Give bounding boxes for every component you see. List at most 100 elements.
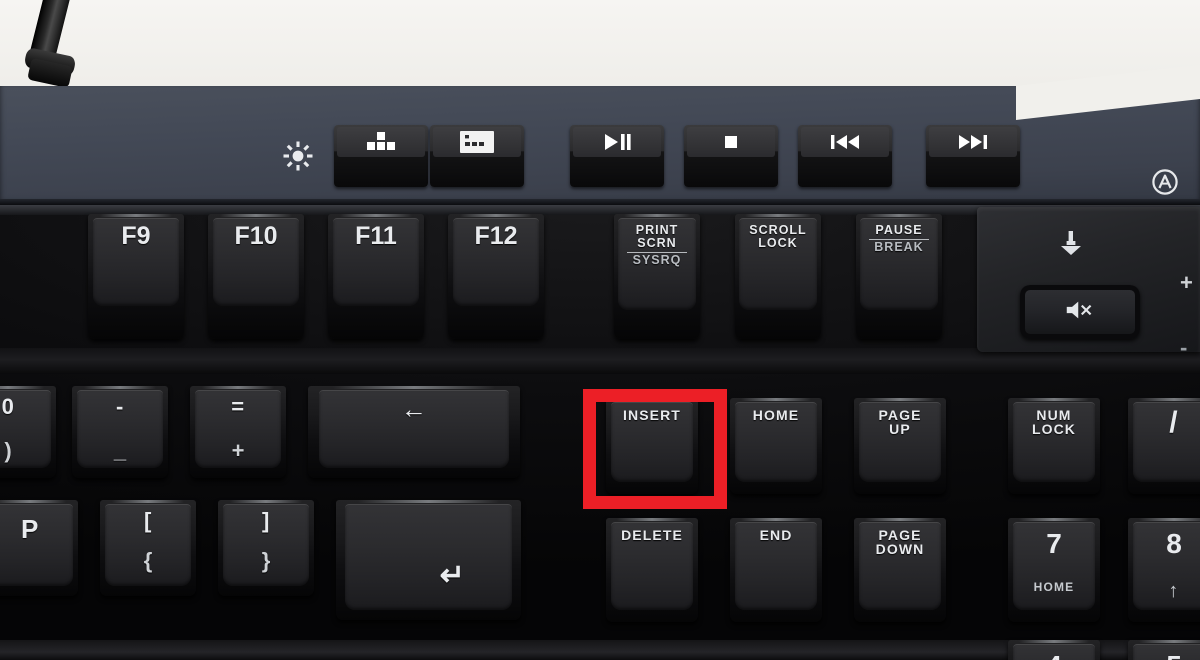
key-minus[interactable]: - _ [72,386,168,478]
page-down-key[interactable]: PAGE DOWN [854,518,946,622]
enter-keycap: ↵ [345,504,512,610]
key-f9-label: F9 [121,222,151,250]
page-up-key[interactable]: PAGE UP [854,398,946,494]
enter-arrow-icon: ↵ [439,559,466,593]
key-f9-cap: F9 [92,218,180,306]
num-lock-keycap: NUM LOCK [1012,402,1096,482]
screenshot-root: + - F9 F10 F11 F12 PRINT SCRN SYSRQ SCRO… [0,0,1200,660]
headset-jack-icon [1056,228,1086,258]
numpad-7-sublabel: HOME [1033,580,1075,594]
page-up-key-label: PAGE UP [878,407,922,438]
enter-key[interactable]: ↵ [336,500,521,620]
numpad-divide-keycap: / [1132,402,1200,482]
key-f9[interactable]: F9 [88,214,184,339]
volume-down-marker: - [1180,335,1188,360]
key-pause-break[interactable]: PAUSE BREAK [856,214,942,339]
backlight-key[interactable] [430,125,524,187]
key-equals-sublabel: + [231,438,245,464]
play-pause-key[interactable] [570,125,664,187]
key-pause-label: PAUSE [875,223,923,237]
key-f10-cap: F10 [212,218,300,306]
next-track-icon [957,133,989,151]
play-pause-keycap [573,127,661,157]
end-key[interactable]: END [730,518,822,622]
key-p-cap: P [0,504,74,586]
numpad-5-keycap: 5 [1132,644,1200,660]
backspace-arrow-icon: ← [400,394,428,424]
backlight-icon [460,131,494,153]
numpad-5-key[interactable]: 5 [1128,640,1200,660]
key-zero[interactable]: 0 ) [0,386,56,478]
page-down-key-label: PAGE DOWN [875,527,925,558]
delete-keycap: DELETE [610,522,694,610]
stop-icon [722,133,740,151]
key-bracket-left-cap: [ { [104,504,192,586]
insert-key[interactable]: INSERT [606,398,698,494]
next-track-key[interactable] [926,125,1020,187]
numpad-4-label: 4 [1046,650,1062,660]
numpad-divide-key[interactable]: / [1128,398,1200,494]
previous-track-keycap [801,127,889,157]
backspace-keycap: ← [318,390,510,468]
key-zero-sublabel: ) [4,438,12,464]
page-down-keycap: PAGE DOWN [858,522,942,610]
numpad-divide-label: / [1169,406,1179,439]
home-key[interactable]: HOME [730,398,822,494]
key-print-screen-cap: PRINT SCRN SYSRQ [618,218,696,310]
numpad-8-key[interactable]: 8 ↑ [1128,518,1200,622]
previous-track-key[interactable] [798,125,892,187]
key-f12[interactable]: F12 [448,214,544,339]
key-bracket-right-label: ] [262,508,270,533]
key-break-label: BREAK [874,239,924,254]
key-f11-label: F11 [355,222,397,250]
mute-speaker-icon [1065,299,1095,326]
numpad-4-keycap: 4 [1012,644,1096,660]
key-bracket-right[interactable]: ] } [218,500,314,596]
numpad-7-key[interactable]: 7 HOME [1008,518,1100,622]
page-up-keycap: PAGE UP [858,402,942,482]
num-lock-key[interactable]: NUM LOCK [1008,398,1100,494]
stop-key[interactable] [684,125,778,187]
next-track-keycap [929,127,1017,157]
num-lock-key-label: NUM LOCK [1031,407,1077,438]
insert-key-label: INSERT [623,407,681,423]
key-minus-cap: - _ [76,390,164,468]
play-pause-icon [602,133,632,151]
key-minus-sublabel: _ [113,438,127,464]
numpad-5-label: 5 [1166,650,1182,660]
numpad-4-key[interactable]: 4 [1008,640,1100,660]
key-pause-break-divider [868,238,929,240]
key-scroll-lock-label: SCROLL LOCK [749,223,807,250]
numpad-7-label: 7 [1046,528,1062,559]
key-p[interactable]: P [0,500,78,596]
gaming-mode-keycap [337,127,425,157]
key-zero-label: 0 [1,394,15,419]
numpad-8-label: 8 [1166,528,1182,559]
key-scroll-lock-cap: SCROLL LOCK [739,218,817,310]
key-bracket-left[interactable]: [ { [100,500,196,596]
numpad-7-keycap: 7 HOME [1012,522,1096,610]
key-p-label: P [21,514,39,544]
key-print-screen[interactable]: PRINT SCRN SYSRQ [614,214,700,339]
key-equals[interactable]: = + [190,386,286,478]
key-f10[interactable]: F10 [208,214,304,339]
key-print-screen-sublabel: SYSRQ [632,252,682,267]
brightness-icon [281,139,315,173]
key-f11[interactable]: F11 [328,214,424,339]
backspace-key[interactable]: ← [308,386,520,478]
home-keycap: HOME [734,402,818,482]
delete-key[interactable]: DELETE [606,518,698,622]
mute-button[interactable] [1020,285,1140,339]
key-pause-break-cap: PAUSE BREAK [860,218,938,310]
delete-key-label: DELETE [621,527,683,543]
stop-keycap [687,127,775,157]
key-print-screen-divider [626,251,687,253]
key-f11-cap: F11 [332,218,420,306]
numpad-8-sublabel: ↑ [1168,580,1180,602]
gaming-mode-key[interactable] [334,125,428,187]
home-key-label: HOME [752,407,800,423]
numpad-8-keycap: 8 ↑ [1132,522,1200,610]
key-scroll-lock[interactable]: SCROLL LOCK [735,214,821,339]
key-bracket-left-label: [ [144,508,152,533]
key-bracket-right-cap: ] } [222,504,310,586]
